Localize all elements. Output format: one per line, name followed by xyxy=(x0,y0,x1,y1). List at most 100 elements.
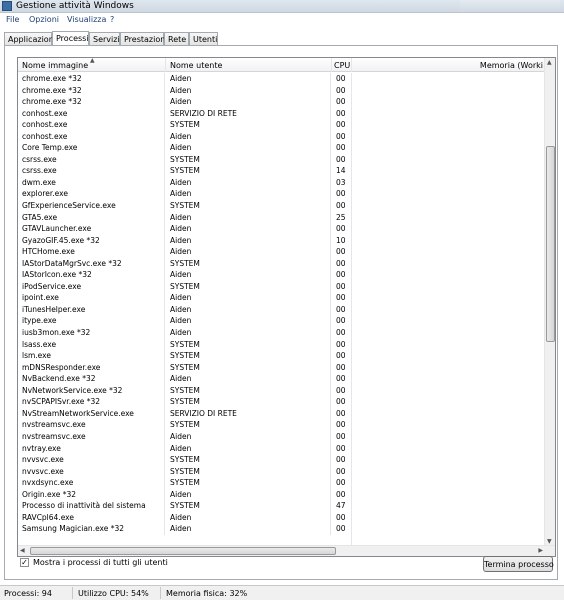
process-name: IAStorIcon.exe *32 xyxy=(18,269,165,281)
process-row[interactable]: csrss.exe SYSTEM 14 xyxy=(18,165,545,177)
process-row[interactable]: Origin.exe *32 Aiden 00 xyxy=(18,488,545,501)
scroll-left-icon[interactable]: ◀ xyxy=(20,547,25,554)
process-row[interactable]: ipoint.exe Aiden 00 xyxy=(18,292,545,304)
process-row[interactable]: conhost.exe Aiden 00 xyxy=(18,130,545,143)
process-row[interactable]: nvvsvc.exe SYSTEM 00 xyxy=(18,465,545,478)
process-name: GyazoGIF.45.exe *32 xyxy=(18,234,165,247)
process-row[interactable]: conhost.exe SERVIZIO DI RETE 00 xyxy=(18,107,545,120)
process-user: Aiden xyxy=(166,292,331,304)
process-user: Aiden xyxy=(166,176,331,189)
menu-opzioni[interactable]: Opzioni xyxy=(29,15,59,24)
process-row[interactable]: iTunesHelper.exe Aiden 00 xyxy=(18,303,545,316)
process-row[interactable]: dwm.exe Aiden 03 xyxy=(18,176,545,189)
menu-file[interactable]: File xyxy=(6,15,19,24)
process-row[interactable]: nvvsvc.exe SYSTEM 00 xyxy=(18,454,545,466)
process-user: SYSTEM xyxy=(166,280,331,293)
vertical-scroll-thumb[interactable] xyxy=(546,146,555,342)
process-name: chrome.exe *32 xyxy=(18,84,165,97)
process-row[interactable]: GyazoGIF.45.exe *32 Aiden 10 xyxy=(18,234,545,247)
column-memory-label: Memoria (Worki xyxy=(479,61,543,70)
process-row[interactable]: itype.exe Aiden 00 xyxy=(18,315,545,328)
status-cpu: Utilizzo CPU: 54% xyxy=(78,589,149,598)
column-user-label: Nome utente xyxy=(170,61,223,70)
process-user: Aiden xyxy=(166,511,331,524)
window-control-buttons[interactable] xyxy=(460,0,560,12)
process-cpu: 00 xyxy=(336,304,346,314)
process-cpu: 25 xyxy=(336,212,346,222)
process-row[interactable]: HTCHome.exe Aiden 00 xyxy=(18,246,545,258)
process-cpu: 00 xyxy=(336,154,346,164)
horizontal-scrollbar[interactable]: ◀ ▶ xyxy=(18,545,555,556)
show-all-users-checkbox[interactable]: ✓ xyxy=(20,558,29,567)
tab-processi[interactable]: Processi xyxy=(52,31,89,46)
column-cpu-label: CPU xyxy=(334,61,351,70)
process-row[interactable]: chrome.exe *32 Aiden 00 xyxy=(18,96,545,108)
process-user: Aiden xyxy=(166,327,331,339)
scroll-right-icon[interactable]: ▶ xyxy=(538,547,543,554)
process-name: lsass.exe xyxy=(18,338,165,351)
tab-utenti[interactable]: Utenti xyxy=(189,32,218,45)
scroll-up-icon[interactable]: ▲ xyxy=(547,59,552,66)
process-row[interactable]: RAVCpl64.exe Aiden 00 xyxy=(18,511,545,524)
process-cpu: 00 xyxy=(336,247,346,257)
process-row[interactable]: NvNetworkService.exe *32 SYSTEM 00 xyxy=(18,384,545,397)
process-row[interactable]: IAStorDataMgrSvc.exe *32 SYSTEM 00 xyxy=(18,257,545,270)
process-row[interactable]: iPodService.exe SYSTEM 00 xyxy=(18,280,545,293)
process-cpu: 00 xyxy=(336,339,346,349)
process-row[interactable]: csrss.exe SYSTEM 00 xyxy=(18,153,545,166)
process-row[interactable]: NvBackend.exe *32 Aiden 00 xyxy=(18,373,545,385)
process-row[interactable]: mDNSResponder.exe SYSTEM 00 xyxy=(18,361,545,374)
process-list[interactable]: ▲ Nome immagine Nome utente CPU Memoria … xyxy=(17,57,556,557)
process-cpu: 00 xyxy=(336,397,346,407)
status-divider xyxy=(160,587,161,599)
menu-help[interactable]: ? xyxy=(110,15,114,24)
window-title: Gestione attività Windows xyxy=(16,1,134,11)
process-row[interactable]: Samsung Magician.exe *32 Aiden 00 xyxy=(18,523,545,535)
process-row[interactable]: lsass.exe SYSTEM 00 xyxy=(18,338,545,351)
tab-applicazioni[interactable]: Applicazioni xyxy=(4,32,56,45)
process-row[interactable]: iusb3mon.exe *32 Aiden 00 xyxy=(18,327,545,339)
process-row[interactable]: nvtray.exe Aiden 00 xyxy=(18,442,545,455)
process-user: Aiden xyxy=(166,142,331,154)
process-user: SERVIZIO DI RETE xyxy=(166,407,331,420)
process-name: NvBackend.exe *32 xyxy=(18,373,165,385)
column-name[interactable]: ▲ Nome immagine xyxy=(18,58,166,72)
process-row[interactable]: IAStorIcon.exe *32 Aiden 00 xyxy=(18,269,545,281)
column-header: ▲ Nome immagine Nome utente CPU Memoria … xyxy=(18,58,545,72)
process-row[interactable]: nvSCPAPISvr.exe *32 SYSTEM 00 xyxy=(18,396,545,408)
process-cpu: 10 xyxy=(336,235,346,245)
process-row[interactable]: chrome.exe *32 Aiden 00 xyxy=(18,73,545,85)
process-row[interactable]: GfExperienceService.exe SYSTEM 00 xyxy=(18,200,545,212)
vertical-scrollbar[interactable]: ▲ ▼ xyxy=(544,58,555,546)
horizontal-scroll-thumb[interactable] xyxy=(30,547,336,555)
process-name: NvNetworkService.exe *32 xyxy=(18,384,165,397)
process-row[interactable]: nvstreamsvc.exe SYSTEM 00 xyxy=(18,419,545,431)
process-row[interactable]: NvStreamNetworkService.exe SERVIZIO DI RE… xyxy=(18,407,545,420)
menu-visualizza[interactable]: Visualizza xyxy=(67,15,106,24)
tab-servizi[interactable]: Servizi xyxy=(89,32,120,45)
column-user[interactable]: Nome utente xyxy=(166,58,332,72)
process-user: Aiden xyxy=(166,488,331,501)
process-row[interactable]: conhost.exe SYSTEM 00 xyxy=(18,119,545,131)
process-name: csrss.exe xyxy=(18,165,165,177)
status-processes: Processi: 94 xyxy=(4,589,52,598)
process-cpu: 00 xyxy=(336,224,346,234)
process-name: dwm.exe xyxy=(18,176,165,189)
scroll-down-icon[interactable]: ▼ xyxy=(547,538,552,545)
tab-rete[interactable]: Rete xyxy=(164,32,189,45)
column-cpu[interactable]: CPU xyxy=(332,58,352,72)
process-row[interactable]: Core Temp.exe Aiden 00 xyxy=(18,142,545,154)
process-row[interactable]: nvstreamsvc.exe Aiden 00 xyxy=(18,430,545,443)
tab-prestazioni[interactable]: Prestazioni xyxy=(120,32,168,45)
column-memory[interactable]: Memoria (Worki xyxy=(352,58,545,72)
process-name: itype.exe xyxy=(18,315,165,328)
process-row[interactable]: GTA5.exe Aiden 25 xyxy=(18,211,545,224)
process-row[interactable]: chrome.exe *32 Aiden 00 xyxy=(18,84,545,97)
process-row[interactable]: explorer.exe Aiden 00 xyxy=(18,188,545,201)
process-row[interactable]: lsm.exe SYSTEM 00 xyxy=(18,350,545,362)
end-process-button[interactable]: Termina processo xyxy=(483,556,554,572)
process-row[interactable]: Processo di inattività del sistema SYSTEM… xyxy=(18,500,545,512)
process-row[interactable]: nvxdsync.exe SYSTEM 00 xyxy=(18,477,545,489)
process-cpu: 00 xyxy=(336,455,346,465)
process-row[interactable]: GTAVLauncher.exe Aiden 00 xyxy=(18,223,545,235)
